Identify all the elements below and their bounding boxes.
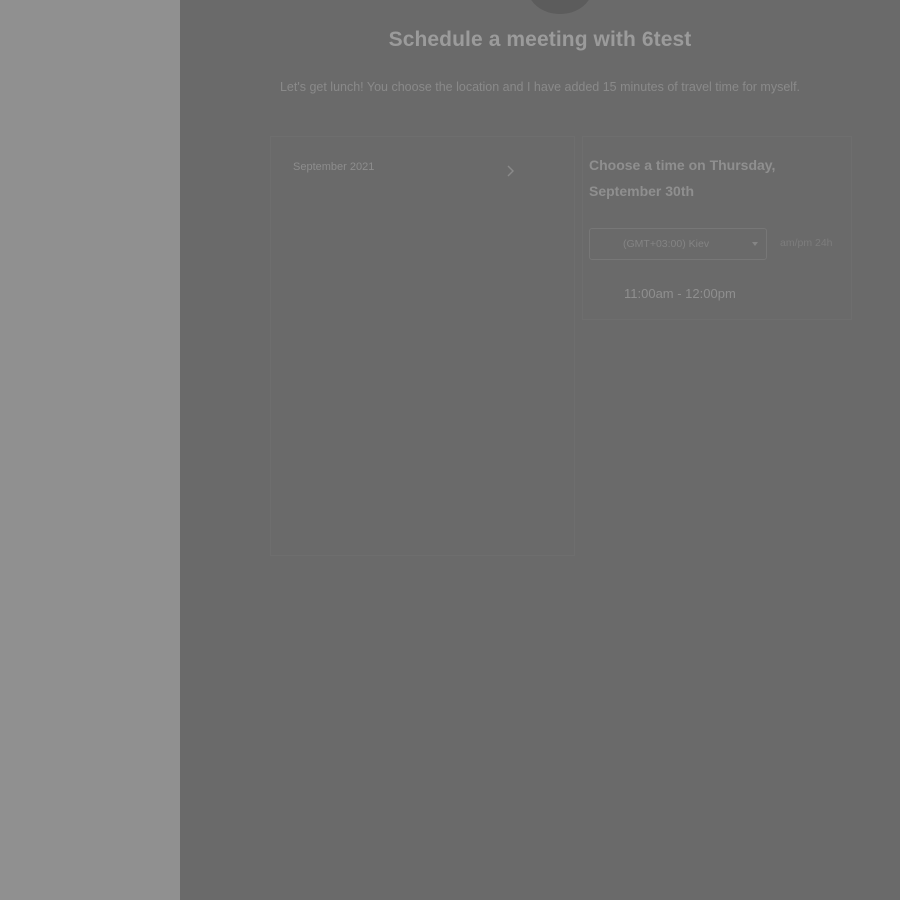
timezone-value: (GMT+03:00) Kiev [623,238,710,250]
next-month-button[interactable] [503,164,517,178]
timezone-select[interactable]: (GMT+03:00) Kiev [589,228,767,260]
caret-down-icon [752,242,758,246]
calendar-month-label: September 2021 [293,161,375,173]
time-slot-label: 11:00am - 12:00pm [624,286,736,301]
time-format-toggle[interactable]: am/pm 24h [780,237,833,249]
time-selection-heading: Choose a time on Thursday, September 30t… [589,157,776,199]
page-title: Schedule a meeting with 6test [388,28,692,51]
time-slot-button[interactable]: 11:00am - 12:00pm [589,276,779,310]
meeting-description: Let's get lunch! You choose the location… [279,80,801,94]
chevron-right-icon [507,165,514,177]
calendar-panel [270,136,575,556]
side-panel [0,0,180,900]
